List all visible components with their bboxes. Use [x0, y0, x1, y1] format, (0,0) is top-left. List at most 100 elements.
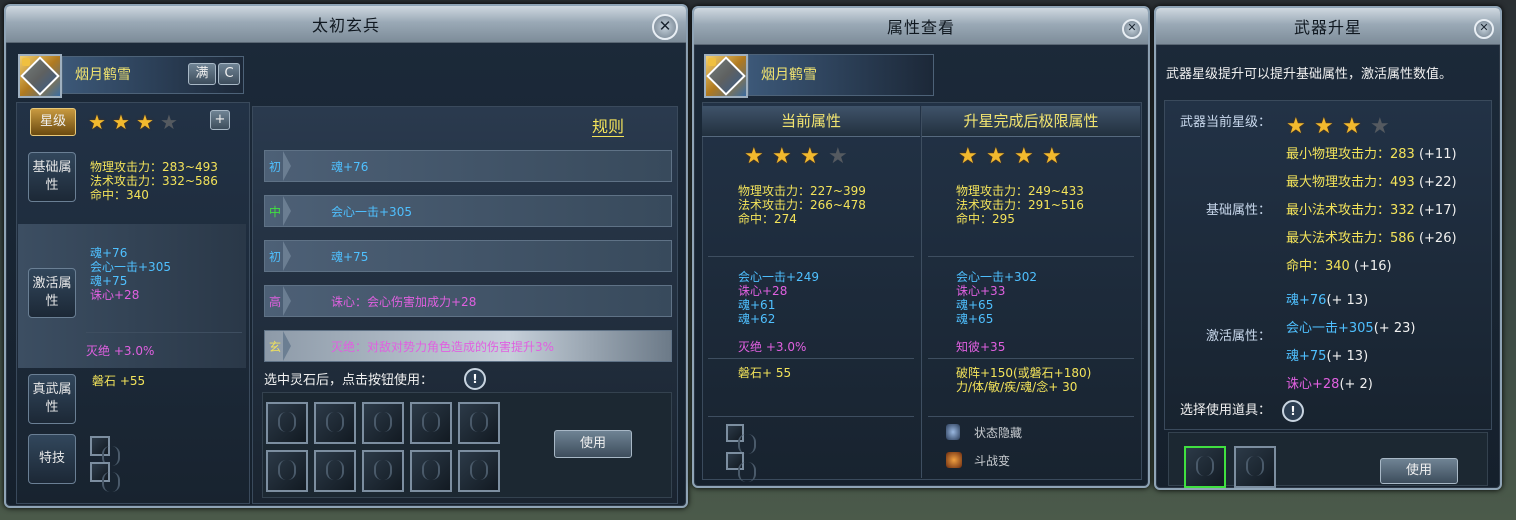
gem-slot[interactable] [458, 402, 500, 444]
star-empty-icon: ★ [828, 144, 848, 169]
gem-slot[interactable] [314, 450, 356, 492]
rule-text: 魂+76 [331, 160, 369, 174]
close-icon[interactable]: ✕ [1122, 19, 1142, 39]
tab-skill[interactable]: 特技 [28, 434, 76, 484]
use-button[interactable]: 使用 [1380, 458, 1458, 484]
skill-slot-1[interactable] [90, 436, 120, 466]
current-base-3: 命中：274 [738, 212, 797, 226]
star-filled-icon: ★ [136, 110, 154, 134]
use-button[interactable]: 使用 [554, 430, 632, 458]
active-stat-2: 会心一击+305 [90, 260, 171, 274]
true-stat: 磐石 +55 [92, 374, 146, 388]
active-stat-row: 诛心+28(+ 2) [1286, 378, 1373, 392]
stat-name: 诛心+28 [1286, 377, 1340, 392]
close-icon[interactable]: ✕ [1474, 19, 1494, 39]
gem-slot[interactable] [410, 402, 452, 444]
window-title: 属性查看 [694, 8, 1148, 45]
divider [708, 416, 914, 417]
rule-row[interactable]: 中 会心一击+305 [264, 195, 672, 227]
rule-tier: 中 [269, 205, 282, 219]
select-hint: 选中灵石后，点击按钮使用： [264, 373, 434, 388]
after-true-2: 力/体/敏/疾/魂/念+ 30 [956, 380, 1078, 394]
rule-row[interactable]: 玄 灭绝：对敌对势力角色造成的伤害提升3% [264, 330, 672, 362]
after-base-2: 法术攻击力：291~516 [956, 198, 1084, 212]
stat-name: 最大物理攻击力：493 [1286, 175, 1419, 190]
skill-name-2: 斗战变 [974, 454, 1011, 468]
item-slot-1[interactable] [1184, 446, 1226, 488]
add-star-button[interactable]: + [210, 110, 230, 130]
window-taichu-xuanbing: 太初玄兵 ✕ 烟月鹤雪 满 C 星级 + 基础属性 物理攻击力：283~493 … [4, 4, 688, 508]
current-true: 磐石+ 55 [738, 366, 792, 380]
stat-delta: (+26) [1418, 231, 1457, 246]
rule-tier: 初 [269, 160, 282, 174]
rule-row[interactable]: 初 魂+76 [264, 150, 672, 182]
current-active-1: 会心一击+249 [738, 270, 819, 284]
rule-tier: 高 [269, 295, 282, 309]
star-filled-icon: ★ [1014, 144, 1034, 169]
divider [928, 256, 1134, 257]
tab-base-attributes[interactable]: 基础属性 [28, 152, 76, 202]
stat-name: 最大法术攻击力：586 [1286, 231, 1419, 246]
rule-row[interactable]: 初 魂+75 [264, 240, 672, 272]
close-icon[interactable]: ✕ [652, 14, 678, 40]
tab-true-attributes[interactable]: 真武属性 [28, 374, 76, 424]
base-stat-row: 命中：340 (+16) [1286, 260, 1392, 274]
star-filled-icon: ★ [1286, 114, 1306, 139]
base-stat-2: 法术攻击力：332~586 [90, 174, 218, 188]
star-filled-icon: ★ [112, 110, 130, 134]
weapon-icon[interactable] [18, 54, 62, 98]
gem-slot[interactable] [362, 402, 404, 444]
after-active-1: 会心一击+302 [956, 270, 1037, 284]
info-icon[interactable]: ! [464, 368, 486, 390]
stat-delta: (+ 13) [1326, 349, 1369, 364]
gem-slot[interactable] [410, 450, 452, 492]
gem-slot[interactable] [362, 450, 404, 492]
active-stat-row: 会心一击+305(+ 23) [1286, 322, 1415, 336]
star-filled-icon: ★ [800, 144, 820, 169]
star-empty-icon: ★ [160, 110, 178, 134]
item-slot-2[interactable] [1234, 446, 1276, 488]
current-active-3: 魂+61 [738, 298, 776, 312]
base-stat-row: 最小法术攻击力：332 (+17) [1286, 204, 1457, 218]
refresh-button[interactable]: C [218, 63, 240, 85]
gem-slot[interactable] [314, 402, 356, 444]
star-tab[interactable]: 星级 [30, 108, 76, 136]
tab-active-attributes[interactable]: 激活属性 [28, 268, 76, 318]
stat-name: 最小物理攻击力：283 [1286, 147, 1419, 162]
lock-icon [22, 58, 30, 66]
gem-slot[interactable] [266, 450, 308, 492]
current-attributes-header: 当前属性 [702, 106, 920, 137]
skill-name-1: 状态隐藏 [974, 426, 1023, 440]
weapon-icon[interactable] [704, 54, 748, 98]
window-weapon-star-up: 武器升星 ✕ 武器星级提升可以提升基础属性，激活属性数值。 武器当前星级： 基础… [1154, 6, 1502, 490]
gem-slot[interactable] [458, 450, 500, 492]
stat-delta: (+11) [1418, 147, 1457, 162]
rule-tier: 初 [269, 250, 282, 264]
active-stat-3: 魂+75 [90, 274, 128, 288]
base-attr-label: 基础属性： [1206, 203, 1272, 218]
item-name: 烟月鹤雪 [62, 56, 244, 94]
stat-delta: (+17) [1418, 203, 1457, 218]
skill-slot-1[interactable] [726, 424, 756, 454]
window-title: 太初玄兵 [6, 6, 686, 43]
current-base-1: 物理攻击力：227~399 [738, 184, 866, 198]
window-title: 武器升星 [1156, 8, 1500, 45]
star-filled-icon: ★ [986, 144, 1006, 169]
skill-slot-2[interactable] [726, 452, 756, 482]
active-extra: 灭绝 +3.0% [86, 344, 155, 358]
after-active-2: 诛心+33 [956, 284, 1006, 298]
rule-row[interactable]: 高 诛心：会心伤害加成力+28 [264, 285, 672, 317]
star-filled-icon: ★ [88, 110, 106, 134]
stat-name: 魂+75 [1286, 349, 1327, 364]
base-stat-row: 最小物理攻击力：283 (+11) [1286, 148, 1457, 162]
rule-text: 灭绝：对敌对势力角色造成的伤害提升3% [331, 340, 555, 354]
star-filled-icon: ★ [958, 144, 978, 169]
gem-slot[interactable] [266, 402, 308, 444]
skill-slot-2[interactable] [90, 462, 120, 492]
stat-delta: (+ 23) [1373, 321, 1416, 336]
star-level-label: 武器当前星级： [1180, 115, 1272, 130]
full-button[interactable]: 满 [188, 63, 216, 85]
info-icon[interactable]: ! [1282, 400, 1304, 422]
divider [708, 256, 914, 257]
star-filled-icon: ★ [1342, 114, 1362, 139]
